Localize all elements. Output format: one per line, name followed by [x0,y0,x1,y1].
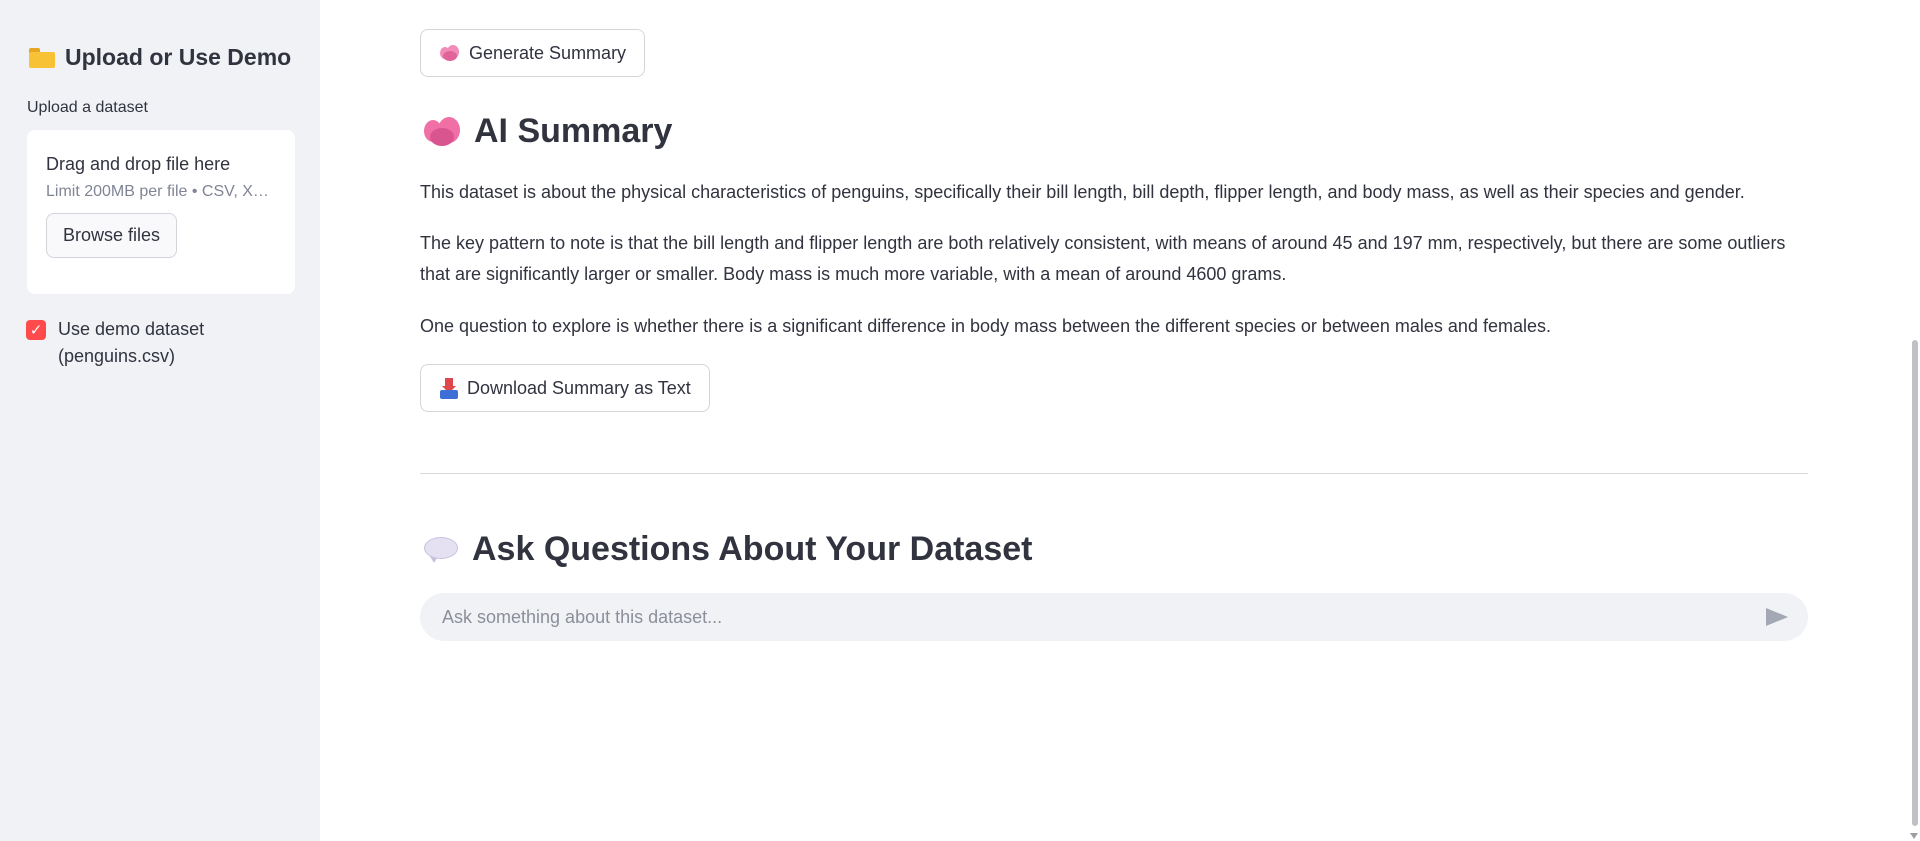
demo-dataset-label: Use demo dataset (penguins.csv) [58,319,205,366]
dropzone-title: Drag and drop file here [46,154,231,174]
download-summary-button[interactable]: Download Summary as Text [420,364,710,412]
browse-files-button[interactable]: Browse files [46,213,178,258]
ask-heading-label: Ask Questions About Your Dataset [472,530,1033,568]
summary-paragraph: This dataset is about the physical chara… [420,182,1745,202]
chat-input-container [420,593,1808,641]
demo-dataset-checkbox-row[interactable]: ✓ Use demo dataset (penguins.csv) [26,316,258,370]
sidebar-header: Upload or Use Demo [29,44,291,71]
sidebar-header-label: Upload or Use Demo [65,44,292,70]
file-dropzone[interactable]: Drag and drop file here Limit 200MB per … [27,130,295,294]
download-tray-icon [439,377,459,399]
send-icon[interactable] [1766,608,1788,626]
folder-icon [29,47,55,68]
demo-dataset-checkbox[interactable]: ✓ [26,320,46,340]
summary-paragraph: The key pattern to note is that the bill… [420,233,1786,284]
ask-heading: Ask Questions About Your Dataset [424,530,1032,569]
summary-heading-label: AI Summary [474,112,673,150]
summary-heading: AI Summary [424,112,672,151]
chat-input[interactable] [440,605,1766,629]
speech-bubble-icon [424,535,458,565]
scrollbar[interactable] [1908,0,1920,841]
scroll-down-arrow-icon[interactable] [1910,833,1918,839]
generate-summary-button[interactable]: Generate Summary [420,29,646,77]
divider [420,473,1808,474]
summary-paragraph: One question to explore is whether there… [420,316,1551,336]
upload-label: Upload a dataset [27,99,148,116]
checkmark-icon: ✓ [29,322,43,339]
brain-icon [439,44,461,62]
dropzone-limit: Limit 200MB per file • CSV, XLSX [46,183,276,200]
scrollbar-thumb[interactable] [1912,340,1918,826]
generate-summary-label: Generate Summary [469,42,627,63]
download-summary-label: Download Summary as Text [467,377,691,398]
sidebar: Upload or Use Demo Upload a dataset Drag… [0,0,320,841]
brain-icon [424,116,462,148]
